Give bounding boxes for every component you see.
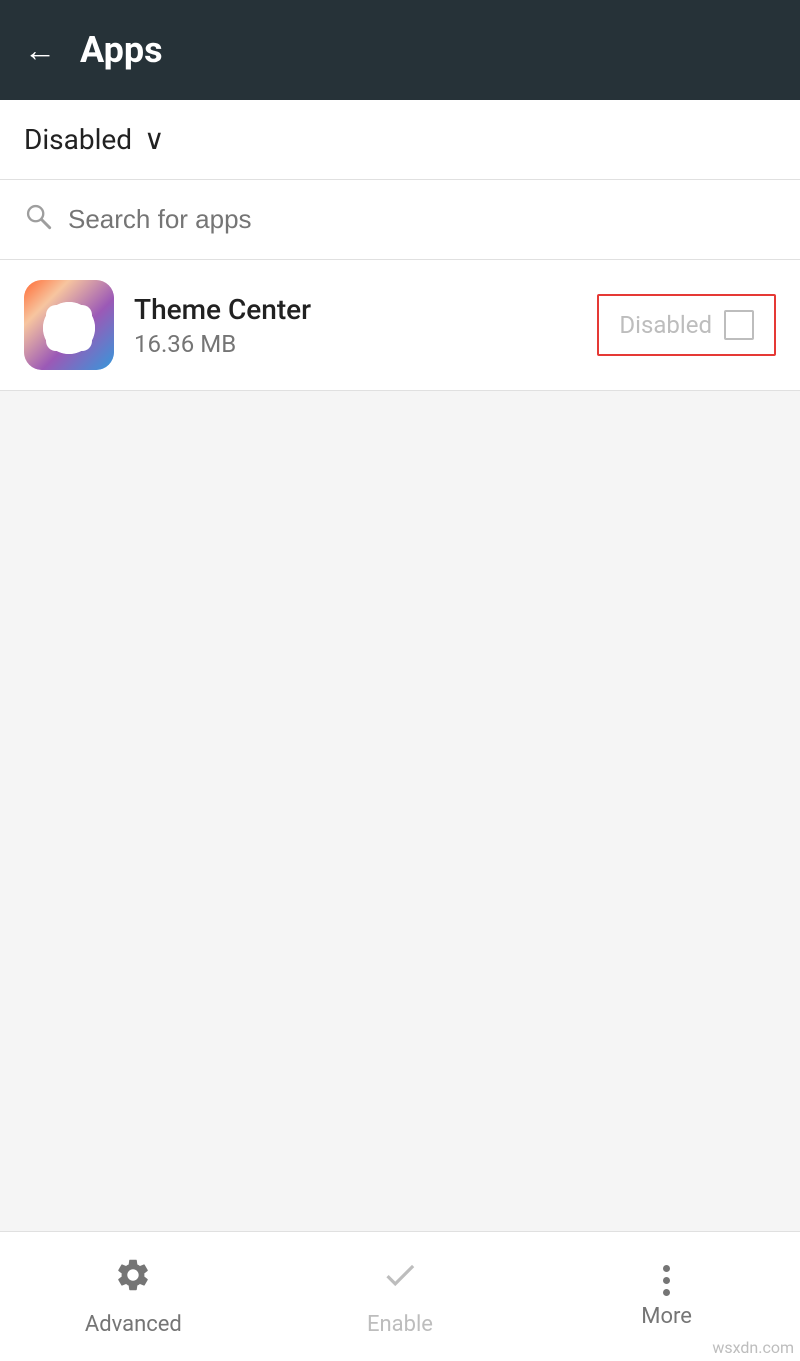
check-icon: [381, 1256, 419, 1304]
app-info: Theme Center 16.36 MB: [134, 293, 577, 358]
app-list: Theme Center 16.36 MB Disabled: [0, 260, 800, 391]
bottom-bar: Advanced Enable More: [0, 1231, 800, 1361]
table-row[interactable]: Theme Center 16.36 MB Disabled: [0, 260, 800, 391]
gear-icon: [114, 1256, 152, 1304]
app-status-box[interactable]: Disabled: [597, 294, 776, 356]
status-badge: Disabled: [619, 311, 712, 339]
app-header: ← Apps: [0, 0, 800, 100]
app-name: Theme Center: [134, 293, 577, 326]
advanced-label: Advanced: [85, 1312, 182, 1337]
enable-button[interactable]: Enable: [300, 1256, 500, 1337]
search-row: [0, 180, 800, 260]
more-button[interactable]: More: [567, 1265, 767, 1329]
app-icon: [24, 280, 114, 370]
search-input[interactable]: [68, 204, 776, 235]
filter-row: Disabled ∨: [0, 100, 800, 180]
page-title: Apps: [80, 29, 163, 71]
watermark: wsxdn.com: [712, 1338, 794, 1357]
back-button[interactable]: ←: [24, 34, 56, 66]
app-checkbox[interactable]: [724, 310, 754, 340]
filter-dropdown[interactable]: Disabled ∨: [24, 123, 165, 156]
chevron-down-icon: ∨: [144, 123, 165, 156]
advanced-button[interactable]: Advanced: [33, 1256, 233, 1337]
app-size: 16.36 MB: [134, 330, 577, 358]
filter-label: Disabled: [24, 123, 132, 156]
more-dots-icon: [663, 1265, 670, 1296]
enable-label: Enable: [367, 1312, 433, 1337]
more-label: More: [641, 1304, 692, 1329]
search-icon: [24, 202, 52, 237]
